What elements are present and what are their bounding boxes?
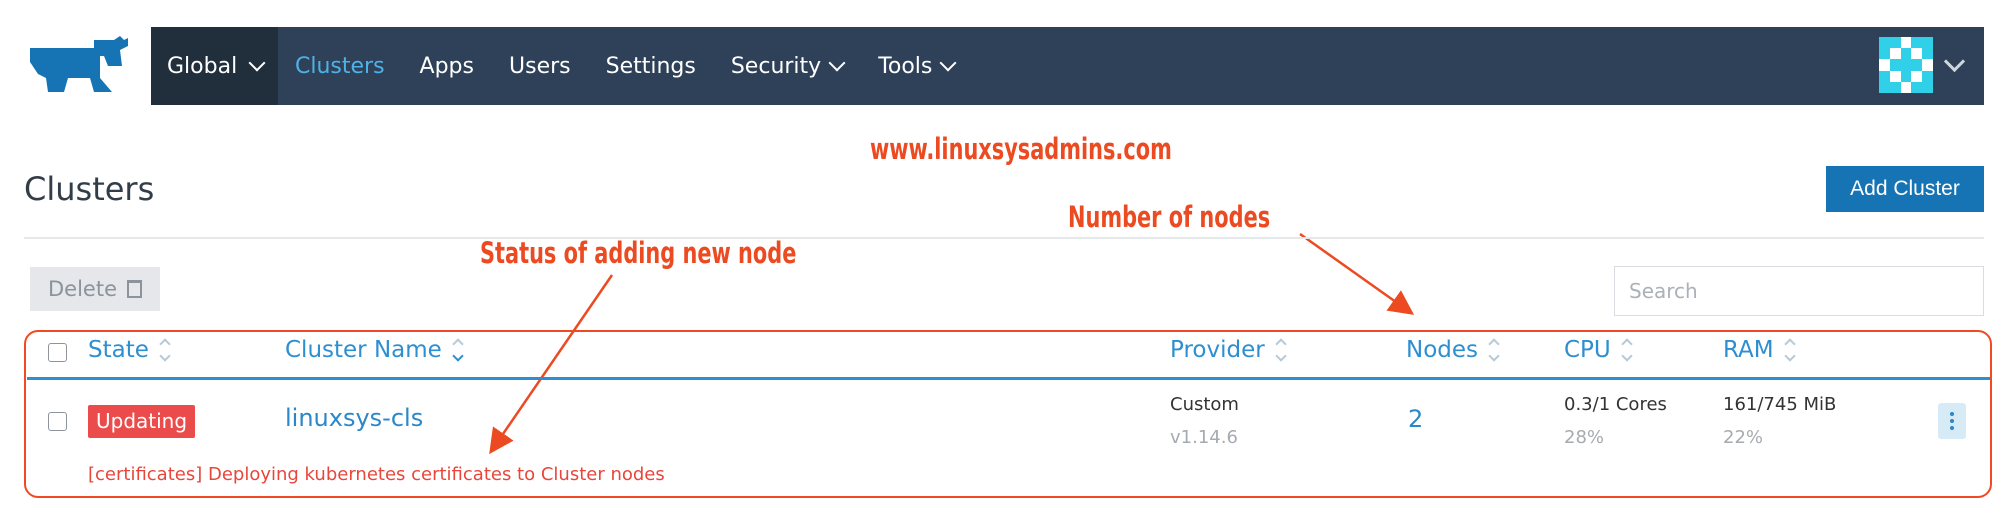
chevron-down-icon (248, 54, 266, 72)
user-avatar-icon (1879, 37, 1933, 93)
chevron-down-icon (1943, 50, 1966, 72)
row-select-checkbox[interactable] (48, 412, 67, 431)
header-divider (24, 237, 1984, 239)
status-badge: Updating (88, 405, 196, 438)
column-header-ram[interactable]: RAM (1723, 337, 1796, 363)
sort-icon (1275, 338, 1287, 362)
nav-item-label: Security (730, 53, 822, 79)
delete-button-label: Delete (48, 277, 117, 301)
column-header-label: Provider (1170, 337, 1265, 363)
column-header-provider[interactable]: Provider (1170, 337, 1287, 363)
top-navigation-bar: Global Clusters Apps Users Settings Secu… (151, 27, 1984, 105)
cluster-status-message: [certificates] Deploying kubernetes cert… (88, 464, 665, 485)
nav-item-label: Apps (419, 53, 474, 79)
provider-value: Custom (1170, 394, 1239, 415)
cpu-percentage: 28% (1564, 427, 1605, 448)
chevron-down-icon (828, 54, 846, 72)
column-header-label: Nodes (1406, 337, 1479, 363)
watermark-text: www.linuxsysadmins.com (870, 132, 1172, 166)
annotation-status-of-adding-node: Status of adding new node (480, 236, 797, 270)
sort-icon (1783, 338, 1796, 362)
column-header-state[interactable]: State (88, 337, 171, 363)
global-scope-selector[interactable]: Global (151, 27, 278, 105)
sort-icon (159, 338, 171, 362)
nav-item-settings[interactable]: Settings (606, 54, 696, 79)
nav-item-security[interactable]: Security (730, 53, 846, 79)
nav-item-label: Users (509, 53, 571, 79)
nav-item-tools[interactable]: Tools (878, 53, 957, 79)
column-header-label: Cluster Name (285, 337, 442, 363)
column-header-nodes[interactable]: Nodes (1406, 337, 1500, 363)
sort-icon (1621, 338, 1633, 362)
sort-descending-icon (452, 338, 464, 362)
column-header-cpu[interactable]: CPU (1564, 337, 1633, 363)
search-input[interactable] (1614, 266, 1984, 316)
ram-value: 161/745 MiB (1723, 394, 1837, 415)
nodes-count-link[interactable]: 2 (1408, 405, 1423, 433)
nav-item-label: Clusters (295, 53, 385, 79)
cpu-value: 0.3/1 Cores (1564, 394, 1667, 415)
user-menu[interactable] (1879, 37, 1966, 93)
annotation-number-of-nodes: Number of nodes (1068, 200, 1271, 234)
sort-icon (1488, 338, 1500, 362)
ram-percentage: 22% (1723, 427, 1764, 448)
rancher-logo-icon[interactable] (24, 36, 136, 92)
nav-item-clusters[interactable]: Clusters (295, 54, 385, 79)
kubernetes-version: v1.14.6 (1170, 427, 1238, 448)
column-header-label: RAM (1723, 337, 1774, 363)
global-scope-label: Global (167, 53, 238, 79)
table-header-divider (27, 377, 1990, 380)
column-header-label: State (88, 337, 149, 363)
column-header-label: CPU (1564, 337, 1611, 363)
trash-icon (127, 280, 142, 298)
select-all-checkbox[interactable] (48, 343, 67, 362)
chevron-down-icon (939, 54, 957, 72)
cluster-name-link[interactable]: linuxsys-cls (285, 404, 423, 432)
nav-item-label: Settings (605, 53, 696, 79)
delete-button[interactable]: Delete (30, 267, 160, 311)
annotation-arrow-nodes (1299, 232, 1415, 315)
nav-item-apps[interactable]: Apps (420, 54, 474, 79)
page-title: Clusters (24, 170, 155, 208)
nav-item-label: Tools (878, 53, 933, 79)
row-actions-menu-icon[interactable] (1938, 403, 1966, 439)
column-header-cluster-name[interactable]: Cluster Name (285, 337, 464, 363)
nav-item-users[interactable]: Users (509, 54, 571, 79)
add-cluster-button[interactable]: Add Cluster (1826, 166, 1984, 212)
